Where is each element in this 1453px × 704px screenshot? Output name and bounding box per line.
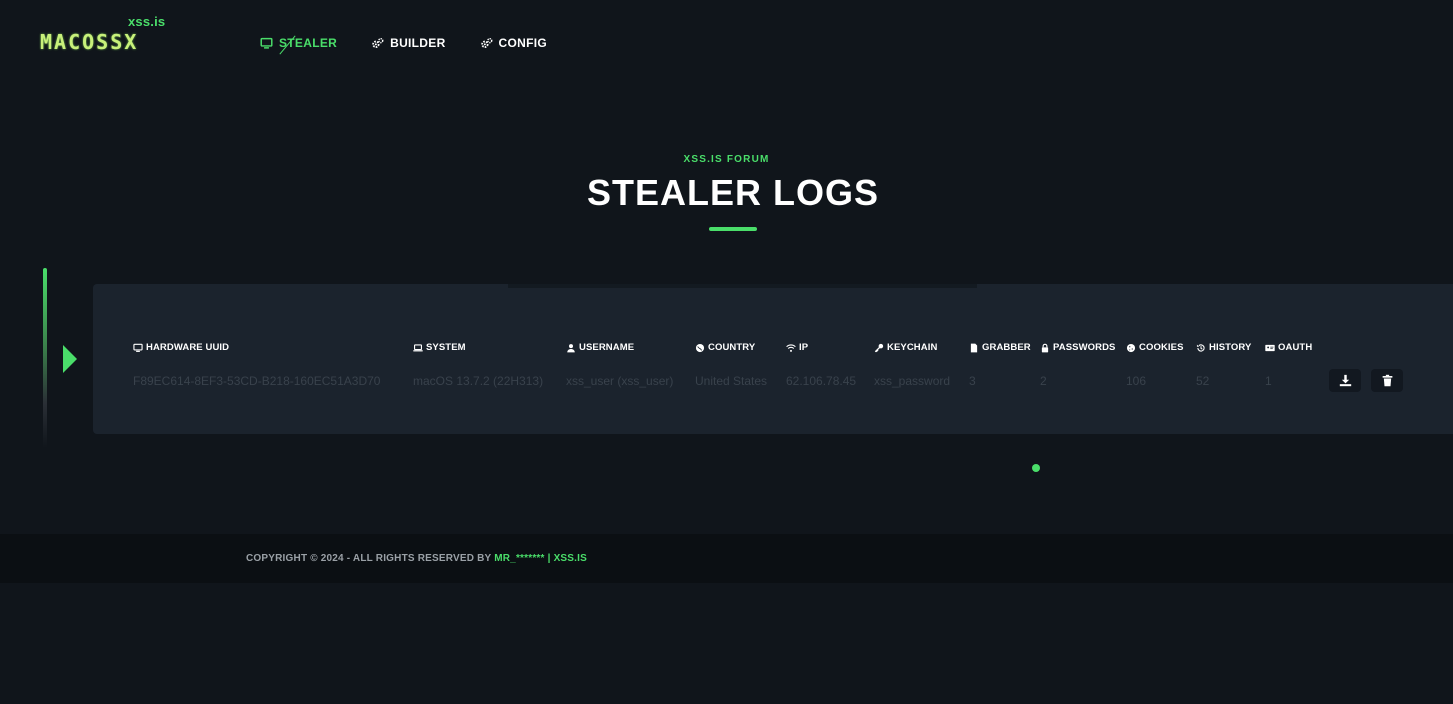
footer-separator: | bbox=[544, 553, 554, 564]
brand-name: MACOSSX bbox=[40, 30, 139, 54]
header-label: SYSTEM bbox=[426, 342, 466, 353]
column-header-keychain: KEYCHAIN bbox=[874, 342, 937, 353]
wifi-icon bbox=[786, 343, 796, 352]
column-header-hardware-uuid: HARDWARE UUID bbox=[133, 342, 229, 353]
header-label: USERNAME bbox=[579, 342, 635, 353]
header-label: IP bbox=[799, 342, 809, 353]
column-header-username: USERNAME bbox=[566, 342, 634, 353]
cell-passwords: 2 bbox=[1040, 374, 1047, 388]
page: xss.is MACOSSX STEALER BUILDER CONFIG XS… bbox=[0, 0, 1453, 704]
logs-panel bbox=[93, 284, 1453, 434]
side-progress-bar bbox=[43, 268, 47, 448]
cell-oauth: 1 bbox=[1265, 374, 1272, 388]
nav-item-config[interactable]: CONFIG bbox=[480, 36, 547, 50]
side-arrow-icon[interactable] bbox=[63, 345, 77, 373]
panel-divider bbox=[508, 284, 977, 288]
cookie-icon bbox=[1126, 343, 1136, 352]
nav-item-stealer[interactable]: STEALER bbox=[260, 36, 337, 50]
cell-ip: 62.106.78.45 bbox=[786, 374, 857, 388]
id-card-icon bbox=[1265, 344, 1275, 351]
key-icon bbox=[874, 343, 884, 352]
footer bbox=[0, 534, 1453, 583]
user-icon bbox=[567, 343, 575, 352]
cell-system: macOS 13.7.2 (22H313) bbox=[413, 374, 544, 388]
column-header-ip: IP bbox=[786, 342, 808, 353]
download-button[interactable] bbox=[1329, 369, 1361, 392]
lock-icon bbox=[1041, 343, 1049, 352]
nav-label: CONFIG bbox=[498, 36, 548, 50]
cell-hardware-uuid: F89EC614-8EF3-53CD-B218-160EC51A3D70 bbox=[133, 374, 381, 388]
column-header-system: SYSTEM bbox=[413, 342, 466, 353]
header-label: HARDWARE UUID bbox=[146, 342, 230, 353]
status-dot bbox=[1032, 464, 1040, 472]
delete-button[interactable] bbox=[1371, 369, 1403, 392]
footer-copyright: COPYRIGHT © 2024 - ALL RIGHTS RESERVED B… bbox=[246, 553, 587, 564]
column-header-cookies: COOKIES bbox=[1126, 342, 1184, 353]
cell-country: United States bbox=[695, 374, 768, 388]
copyright-text: COPYRIGHT © 2024 - ALL RIGHTS RESERVED B… bbox=[246, 553, 495, 564]
top-header: xss.is MACOSSX STEALER BUILDER CONFIG bbox=[0, 0, 1453, 80]
column-header-passwords: PASSWORDS bbox=[1040, 342, 1115, 353]
download-icon bbox=[1339, 374, 1351, 387]
history-icon bbox=[1196, 343, 1205, 352]
monitor-icon bbox=[260, 37, 273, 49]
hero-kicker: XSS.IS FORUM bbox=[683, 154, 770, 165]
column-header-country: COUNTRY bbox=[695, 342, 755, 353]
cell-keychain: xss_password bbox=[874, 374, 951, 388]
page-title: STEALER LOGS bbox=[586, 172, 880, 213]
site-link[interactable]: XSS.IS bbox=[554, 553, 587, 564]
title-underline bbox=[709, 227, 757, 231]
trash-icon bbox=[1382, 374, 1392, 387]
nav-label: BUILDER bbox=[390, 36, 446, 50]
gears-icon bbox=[372, 37, 384, 48]
header-label: HISTORY bbox=[1209, 342, 1252, 353]
header-label: KEYCHAIN bbox=[887, 342, 938, 353]
globe-icon bbox=[695, 343, 705, 352]
header-label: COUNTRY bbox=[708, 342, 756, 353]
header-label: OAUTH bbox=[1278, 342, 1313, 353]
nav-item-builder[interactable]: BUILDER bbox=[371, 36, 445, 50]
laptop-icon bbox=[413, 343, 423, 351]
cell-history: 52 bbox=[1196, 374, 1210, 388]
brand-subtitle: xss.is bbox=[128, 14, 166, 29]
main-nav: STEALER BUILDER CONFIG bbox=[260, 36, 547, 50]
column-header-grabber: GRABBER bbox=[969, 342, 1031, 353]
cell-grabber: 3 bbox=[969, 374, 976, 388]
header-label: PASSWORDS bbox=[1053, 342, 1116, 353]
header-label: GRABBER bbox=[982, 342, 1031, 353]
gears-icon bbox=[480, 37, 492, 48]
monitor-icon bbox=[133, 343, 143, 352]
cell-cookies: 106 bbox=[1126, 374, 1147, 388]
column-header-oauth: OAUTH bbox=[1265, 342, 1312, 353]
header-label: COOKIES bbox=[1139, 342, 1184, 353]
column-header-history: HISTORY bbox=[1196, 342, 1251, 353]
brand-logo[interactable]: xss.is MACOSSX bbox=[40, 14, 180, 54]
file-icon bbox=[970, 343, 978, 352]
author-link[interactable]: MR_******* bbox=[494, 553, 544, 564]
cell-username: xss_user (xss_user) bbox=[566, 374, 674, 388]
